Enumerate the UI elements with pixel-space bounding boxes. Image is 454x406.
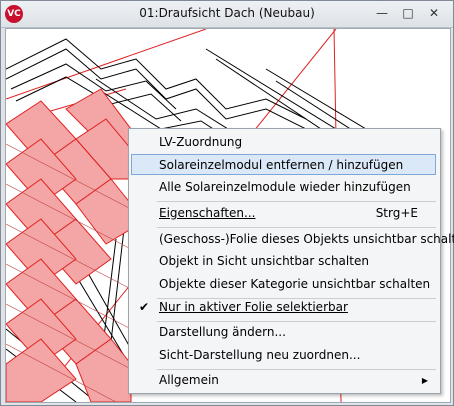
menu-item-hide-layer[interactable]: (Geschoss-)Folie dieses Objekts unsichtb… (131, 229, 454, 250)
checkmark-icon: ✔ (139, 300, 150, 314)
solar-panel-fields (6, 88, 132, 402)
menu-item-label: (Geschoss-)Folie dieses Objekts unsichtb… (159, 232, 454, 246)
menu-item-label: Objekte dieser Kategorie unsichtbar scha… (159, 277, 431, 291)
title-bar[interactable]: VC 01:Draufsicht Dach (Neubau) — □ ✕ (1, 1, 453, 28)
menu-item-lv-zuordnung[interactable]: LV-Zuordnung (131, 132, 436, 153)
menu-item-label: Solareinzelmodul entfernen / hinzufügen (159, 158, 404, 172)
context-menu: LV-Zuordnung Solareinzelmodul entfernen … (128, 128, 454, 394)
menu-item-shortcut: Strg+E (375, 206, 418, 220)
menu-item-hide-object-in-view[interactable]: Objekt in Sicht unsichtbar schalten (131, 251, 436, 272)
menu-separator (157, 227, 436, 228)
menu-item-solar-module-toggle[interactable]: Solareinzelmodul entfernen / hinzufügen (131, 154, 436, 175)
menu-separator (157, 201, 436, 202)
menu-item-hide-category[interactable]: Objekte dieser Kategorie unsichtbar scha… (131, 274, 436, 295)
menu-item-label: Alle Solareinzelmodule wieder hinzufügen (159, 180, 411, 194)
menu-item-general-submenu[interactable]: Allgemein ▶ (131, 370, 436, 391)
menu-item-change-display[interactable]: Darstellung ändern... (131, 322, 436, 343)
menu-item-properties[interactable]: Eigenschaften... Strg+E (131, 203, 436, 224)
menu-item-label: Sicht-Darstellung neu zuordnen... (159, 348, 361, 362)
menu-item-label: Allgemein (159, 373, 219, 387)
menu-item-reassign-view-display[interactable]: Sicht-Darstellung neu zuordnen... (131, 345, 436, 366)
menu-item-label: Eigenschaften... (159, 206, 256, 220)
menu-item-label: Nur in aktiver Folie selektierbar (159, 300, 348, 314)
menu-item-label: LV-Zuordnung (159, 135, 243, 149)
menu-item-label: Objekt in Sicht unsichtbar schalten (159, 254, 369, 268)
minimize-button[interactable]: — (373, 5, 391, 21)
menu-item-active-layer-only[interactable]: ✔ Nur in aktiver Folie selektierbar (131, 297, 436, 318)
submenu-arrow-icon: ▶ (421, 376, 428, 385)
maximize-button[interactable]: □ (399, 5, 417, 21)
menu-item-label: Darstellung ändern... (159, 325, 286, 339)
close-button[interactable]: ✕ (425, 5, 443, 21)
menu-item-restore-all-solar-modules[interactable]: Alle Solareinzelmodule wieder hinzufügen (131, 177, 436, 198)
cad-window: VC 01:Draufsicht Dach (Neubau) — □ ✕ LV-… (0, 0, 454, 406)
